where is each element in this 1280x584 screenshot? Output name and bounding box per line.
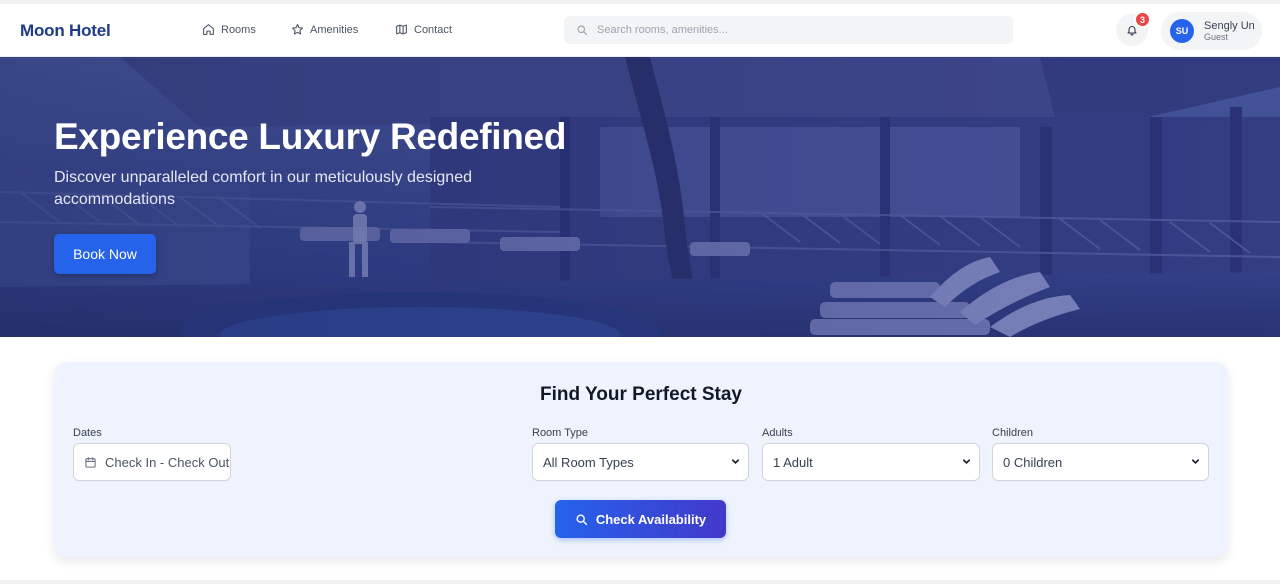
nav-link-label: Amenities	[310, 23, 359, 36]
star-icon	[291, 23, 304, 35]
avatar: SU	[1170, 19, 1194, 43]
booking-card-title: Find Your Perfect Stay	[539, 384, 742, 405]
room-type-value: All Room Types	[543, 454, 634, 470]
adults-select[interactable]: 1 Adult	[762, 443, 980, 481]
nav-link-amenities[interactable]: Amenities	[291, 23, 358, 36]
search-icon	[577, 25, 588, 36]
chevron-down-icon	[962, 459, 971, 464]
children-label: Children	[992, 427, 1033, 439]
hero-title: Experience Luxury Redefined	[54, 116, 567, 157]
user-role: Guest	[1204, 32, 1229, 43]
room-type-label: Room Type	[532, 427, 589, 439]
nav-link-label: Contact	[414, 23, 452, 36]
children-value: 0 Children	[1003, 454, 1063, 470]
chevron-down-icon	[1191, 459, 1200, 464]
nav-link-rooms[interactable]: Rooms	[202, 23, 256, 36]
bottom-divider	[0, 580, 1280, 584]
search-bar	[564, 16, 1013, 44]
room-type-select[interactable]: All Room Types	[532, 443, 749, 481]
booking-search-card: Find Your Perfect Stay Dates Check In - …	[54, 362, 1228, 557]
notification-badge: 3	[1134, 11, 1151, 28]
dates-label: Dates	[73, 427, 102, 439]
book-now-button[interactable]: Book Now	[54, 234, 156, 274]
check-availability-label: Check Availability	[595, 511, 707, 527]
search-icon	[576, 513, 587, 525]
user-menu[interactable]: SU Sengly Un Guest	[1161, 12, 1262, 50]
calendar-icon	[85, 456, 96, 468]
hero-banner: Experience Luxury Redefined Discover unp…	[0, 57, 1280, 337]
nav-link-label: Rooms	[221, 23, 256, 36]
map-icon	[396, 24, 407, 35]
search-input[interactable]	[597, 24, 997, 36]
adults-value: 1 Adult	[773, 454, 813, 470]
user-info: Sengly Un Guest	[1204, 20, 1255, 43]
nav-link-contact[interactable]: Contact	[395, 23, 452, 36]
home-icon	[203, 24, 214, 35]
hero-subtitle: Discover unparalleled comfort in our met…	[54, 169, 472, 208]
children-select[interactable]: 0 Children	[992, 443, 1209, 481]
date-range-picker[interactable]: Check In - Check Out	[73, 443, 231, 481]
chevron-down-icon	[731, 459, 740, 464]
adults-label: Adults	[762, 427, 793, 439]
date-range-value: Check In - Check Out	[105, 454, 230, 470]
brand-logo[interactable]: Moon Hotel	[20, 21, 111, 41]
user-name: Sengly Un	[1204, 19, 1255, 32]
navbar: Moon Hotel Rooms Amenities Contact 3 SU …	[0, 4, 1280, 57]
check-availability-button[interactable]: Check Availability	[555, 500, 726, 538]
